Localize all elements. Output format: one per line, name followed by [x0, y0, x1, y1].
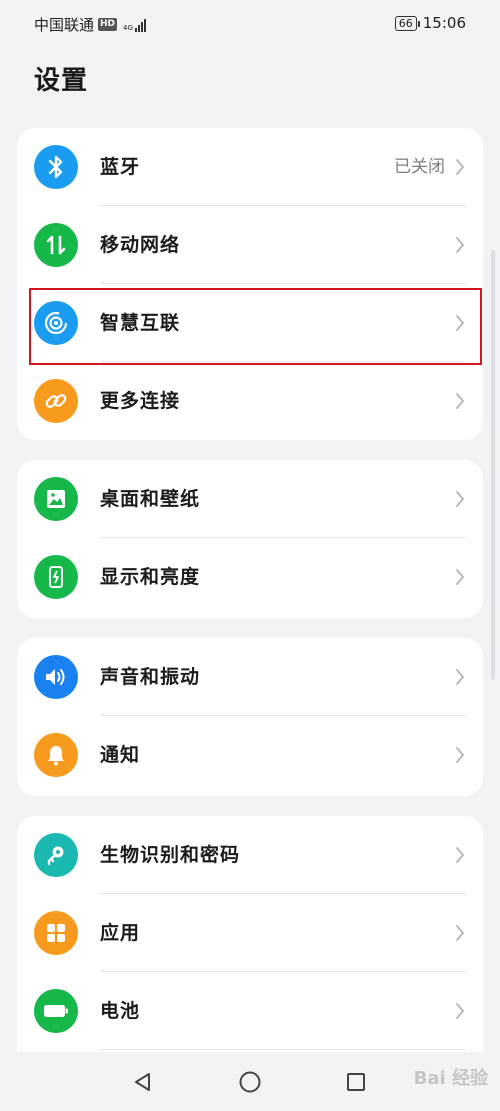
home-icon [239, 1071, 261, 1093]
back-button[interactable] [129, 1068, 157, 1096]
display-icon [34, 555, 78, 599]
settings-item-sound[interactable]: 声音和振动 [17, 638, 483, 716]
home-button[interactable] [236, 1068, 264, 1096]
settings-item-bluetooth[interactable]: 蓝牙 已关闭 [17, 128, 483, 206]
back-icon [135, 1073, 150, 1091]
page-title: 设置 [34, 66, 89, 96]
chevron-right-icon [456, 393, 464, 409]
settings-item-wallpaper[interactable]: 桌面和壁纸 [17, 460, 483, 538]
settings-item-battery[interactable]: 电池 [17, 972, 483, 1050]
chevron-right-icon [456, 491, 464, 507]
signal-icon: 4G [123, 18, 146, 32]
settings-item-label: 更多连接 [100, 390, 181, 412]
settings-item-label: 通知 [100, 744, 141, 766]
settings-item-label: 应用 [100, 922, 141, 944]
sound-icon [34, 655, 78, 699]
settings-item-label: 生物识别和密码 [100, 844, 241, 866]
settings-item-more-connections[interactable]: 更多连接 [17, 362, 483, 440]
bell-icon [34, 733, 78, 777]
recents-icon [347, 1073, 365, 1091]
settings-group-connectivity: 蓝牙 已关闭 移动网络 智慧互联 更多连接 [17, 128, 483, 440]
chevron-right-icon [456, 159, 464, 175]
chevron-right-icon [456, 1003, 464, 1019]
settings-item-label: 蓝牙 [100, 156, 141, 178]
settings-item-label: 桌面和壁纸 [100, 488, 201, 510]
chevron-right-icon [456, 847, 464, 863]
status-right: 66 15:06 [394, 14, 466, 32]
status-left: 中国联通 HD 4G [34, 14, 146, 35]
settings-item-apps[interactable]: 应用 [17, 894, 483, 972]
divider [100, 1049, 466, 1050]
chevron-right-icon [456, 925, 464, 941]
watermark: Bai 经验 [413, 1068, 488, 1089]
network-type: 4G [123, 23, 133, 32]
link-icon [34, 379, 78, 423]
battery-icon: 66 [394, 15, 420, 31]
clock: 15:06 [422, 14, 466, 32]
battery-level: 66 [398, 16, 413, 30]
recents-button[interactable] [342, 1068, 370, 1096]
settings-group-sound: 声音和振动 通知 [17, 638, 483, 796]
mobile-network-icon [34, 223, 78, 267]
wallpaper-icon [34, 477, 78, 521]
settings-group-security: 生物识别和密码 应用 电池 [17, 816, 483, 1076]
settings-item-label: 声音和振动 [100, 666, 201, 688]
chevron-right-icon [456, 569, 464, 585]
settings-item-label: 电池 [100, 1000, 141, 1022]
carrier-name: 中国联通 [34, 16, 95, 34]
chevron-right-icon [456, 669, 464, 685]
settings-item-value: 已关闭 [394, 157, 445, 177]
key-icon [34, 833, 78, 877]
settings-item-label: 移动网络 [100, 234, 181, 256]
settings-item-mobile-network[interactable]: 移动网络 [17, 206, 483, 284]
scrollbar[interactable] [491, 250, 495, 680]
battery-icon [34, 989, 78, 1033]
settings-item-biometrics[interactable]: 生物识别和密码 [17, 816, 483, 894]
chevron-right-icon [456, 237, 464, 253]
highlight-box [29, 288, 482, 365]
bluetooth-icon [34, 145, 78, 189]
status-bar: 中国联通 HD 4G 66 15:06 [0, 0, 500, 48]
settings-item-display[interactable]: 显示和亮度 [17, 538, 483, 616]
settings-item-notifications[interactable]: 通知 [17, 716, 483, 794]
hd-badge: HD [98, 18, 118, 31]
apps-icon [34, 911, 78, 955]
settings-group-display: 桌面和壁纸 显示和亮度 [17, 460, 483, 618]
settings-item-label: 显示和亮度 [100, 566, 201, 588]
chevron-right-icon [456, 747, 464, 763]
